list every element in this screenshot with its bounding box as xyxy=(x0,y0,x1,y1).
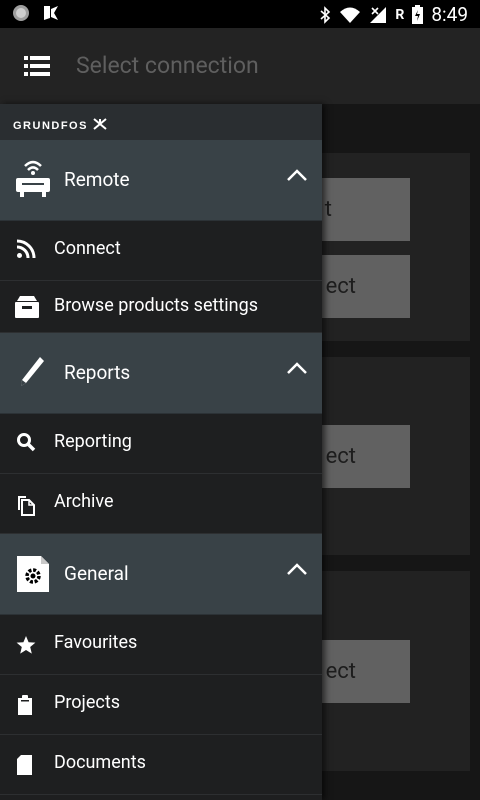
drawer-item-label: Documents xyxy=(54,752,146,773)
chevron-up-icon[interactable] xyxy=(286,168,308,182)
drawer-item-label: Projects xyxy=(54,692,120,713)
document-icon xyxy=(17,755,32,775)
file-drawer-icon xyxy=(15,296,39,318)
app-notification-icon xyxy=(44,6,58,20)
drawer-item-browse-products-settings[interactable]: Browse products settings xyxy=(0,281,322,333)
drawer-item-favourites[interactable]: Favourites xyxy=(0,615,322,675)
section-general[interactable]: General xyxy=(0,534,322,615)
wifi-icon xyxy=(340,7,361,23)
bluetooth-icon xyxy=(320,5,331,24)
remote-router-icon xyxy=(16,160,50,197)
battery-icon xyxy=(412,5,424,24)
clipboard-icon xyxy=(18,695,32,715)
section-label: Remote xyxy=(64,168,130,191)
section-remote[interactable]: Remote xyxy=(0,140,322,221)
drawer-item-label: Browse products settings xyxy=(54,295,258,316)
pencil-icon xyxy=(21,357,44,386)
section-label: Reports xyxy=(64,361,131,384)
clock: 8:49 xyxy=(431,3,468,26)
drawer-item-label: Connect xyxy=(54,238,121,259)
grundfos-logo: GRUNDFOS xyxy=(13,118,107,132)
status-bar: R 8:49 xyxy=(0,0,480,28)
drawer-item-label: Favourites xyxy=(54,632,138,653)
drawer-item-reporting[interactable]: Reporting xyxy=(0,414,322,474)
drawer-item-projects[interactable]: Projects xyxy=(0,675,322,735)
notification-circle-icon xyxy=(13,5,29,21)
settings-document-icon xyxy=(17,556,49,592)
section-label: General xyxy=(64,562,129,585)
drawer-item-label: Reporting xyxy=(54,431,132,452)
chevron-up-icon[interactable] xyxy=(286,562,308,576)
drawer-item-documents[interactable]: Documents xyxy=(0,735,322,795)
drawer-header: GRUNDFOS xyxy=(0,104,322,140)
star-icon xyxy=(16,636,36,654)
roaming-badge: R xyxy=(395,6,405,23)
drawer-item-archive[interactable]: Archive xyxy=(0,474,322,534)
archive-files-icon xyxy=(18,496,35,516)
page-title: Select connection xyxy=(76,52,259,79)
list-menu-icon[interactable] xyxy=(24,56,50,76)
search-icon xyxy=(17,433,36,452)
drawer-item-label: Archive xyxy=(54,491,114,512)
navigation-drawer: GRUNDFOS Remote Connect Browse products … xyxy=(0,104,322,800)
signal-icon xyxy=(370,6,387,23)
section-reports[interactable]: Reports xyxy=(0,333,322,414)
rss-feed-icon xyxy=(16,239,36,259)
chevron-up-icon[interactable] xyxy=(286,361,308,375)
drawer-item-connect[interactable]: Connect xyxy=(0,221,322,281)
